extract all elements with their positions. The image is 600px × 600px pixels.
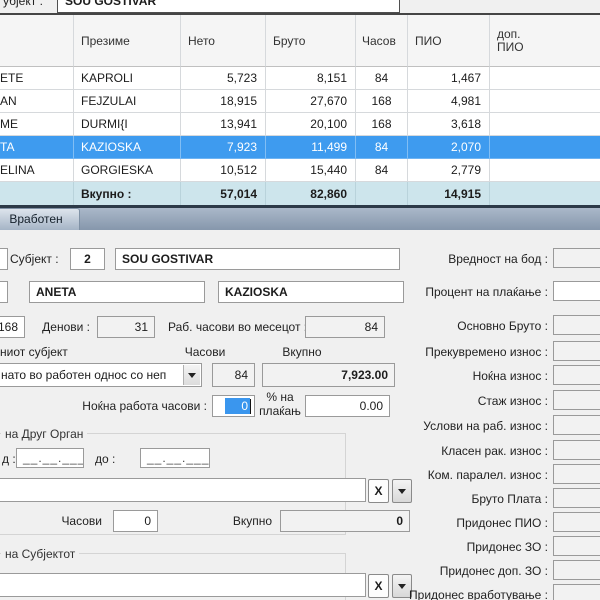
label-klasen-rak-iznos: Класен рак. износ : xyxy=(390,441,548,461)
col-header-pio[interactable]: ПИО xyxy=(408,15,490,67)
subject-name-field[interactable]: SOU GOSTIVAR xyxy=(115,248,400,270)
label-nokna-iznos: Ноќна износ : xyxy=(390,366,548,386)
status-hours-field: 84 xyxy=(212,363,255,387)
hours-column-label: Часови xyxy=(175,342,235,362)
organ-total-label: Вкупно xyxy=(215,511,272,531)
section-bar: Вработен xyxy=(0,208,600,230)
total-bruto: 82,860 xyxy=(266,182,356,205)
total-column-label: Вкупно xyxy=(262,342,342,362)
subject-id-field[interactable]: 2 xyxy=(70,248,105,270)
label-prekuvremeno-iznos: Прекувремено износ : xyxy=(390,342,548,362)
field-pridones-zo xyxy=(553,536,600,556)
clipped-field xyxy=(0,248,8,270)
label-uslovi-na-rab-iznos: Услови на раб. износ : xyxy=(390,416,548,436)
other-organ-combo[interactable] xyxy=(0,478,366,502)
total-label: Вкупно : xyxy=(74,182,181,205)
table-row[interactable]: ELINA GORGIESKA 10,512 15,440 84 2,779 xyxy=(0,159,600,182)
subject-name-field-top[interactable]: SOU GOSTIVAR xyxy=(57,0,400,13)
col-header-surname[interactable]: Презиме xyxy=(74,15,181,67)
label-pridones-dop-zo: Придонес доп. ЗО : xyxy=(390,561,548,581)
from-date-label: д : xyxy=(2,449,16,469)
label-vrednost-na-bod: Вредност на бод : xyxy=(390,249,548,269)
night-hours-input[interactable]: 0 xyxy=(212,395,255,417)
field-pridones-dop-zo xyxy=(553,560,600,580)
table-row[interactable]: ME DURMI{I 13,941 20,100 168 3,618 xyxy=(0,113,600,136)
field-procent-na-plakanje[interactable] xyxy=(553,281,600,301)
status-total-field: 7,923.00 xyxy=(262,363,395,387)
night-work-label: Ноќна работа часови : xyxy=(30,396,207,416)
field-klasen-rak-iznos xyxy=(553,440,600,460)
tab-employee[interactable]: Вработен xyxy=(0,208,80,230)
employee-table: Презиме Нето Бруто Часов ПИО доп.ПИО ETE… xyxy=(0,15,600,205)
from-date-input[interactable]: __.__.____ xyxy=(16,448,84,468)
label-staz-iznos: Стаж износ : xyxy=(390,391,548,411)
days-field: 31 xyxy=(97,316,155,338)
total-neto: 57,014 xyxy=(181,182,266,205)
to-date-label: до : xyxy=(95,449,115,469)
label-pridones-vrabotuvanje: Придонес вработување : xyxy=(390,585,548,600)
subject-label: Субјект : xyxy=(10,249,58,269)
first-name-field[interactable]: ANETA xyxy=(29,281,205,303)
label-bruto-plata: Бруто Плата : xyxy=(390,489,548,509)
col-header-dop-pio[interactable]: доп.ПИО xyxy=(490,15,600,67)
work-hours-field: 84 xyxy=(305,316,385,338)
organ-hours-input[interactable]: 0 xyxy=(113,510,158,532)
field-kom-paralel-iznos xyxy=(553,464,600,484)
total-pio: 14,915 xyxy=(408,182,490,205)
to-date-input[interactable]: __.__.____ xyxy=(140,448,210,468)
clear-button[interactable]: X xyxy=(368,479,389,503)
days-label: Денови : xyxy=(20,317,90,337)
subject-combo[interactable] xyxy=(0,573,366,597)
col-header-bruto[interactable]: Бруто xyxy=(266,15,356,67)
col-header-neto[interactable]: Нето xyxy=(181,15,266,67)
table-header-row: Презиме Нето Бруто Часов ПИО доп.ПИО xyxy=(0,15,600,67)
field-staz-iznos xyxy=(553,390,600,410)
field-uslovi-na-rab-iznos xyxy=(553,415,600,435)
field-vrednost-na-bod xyxy=(553,248,600,268)
status-group-label-fragment: ниот субјект xyxy=(0,342,68,362)
table-row[interactable]: AN FEJZULAI 18,915 27,670 168 4,981 xyxy=(0,90,600,113)
payroll-window: убјект : SOU GOSTIVAR Презиме Нето Бруто… xyxy=(0,0,600,600)
field-pridones-vrabotuvanje xyxy=(553,584,600,600)
col-header-hours[interactable]: Часов xyxy=(356,15,408,67)
label-pridones-zo: Придонес ЗО : xyxy=(390,537,548,557)
table-row-selected[interactable]: TA KAZIOSKA 7,923 11,499 84 2,070 xyxy=(0,136,600,159)
field-bruto-plata xyxy=(553,488,600,508)
subject-label-fragment: убјект : xyxy=(3,0,43,8)
label-procent-na-plakanje: Процент на плаќање : xyxy=(390,282,548,302)
table-row[interactable]: ETE KAPROLI 5,723 8,151 84 1,467 xyxy=(0,67,600,90)
col-header-name[interactable] xyxy=(0,15,74,67)
label-pridones-pio: Придонес ПИО : xyxy=(390,513,548,533)
pct-pay-input[interactable]: 0.00 xyxy=(305,395,390,417)
field-nokna-iznos xyxy=(553,365,600,385)
field-osnovno-bruto xyxy=(553,315,600,335)
clear-button[interactable]: X xyxy=(368,574,389,598)
clipped-field xyxy=(0,281,8,303)
selected-text: 0 xyxy=(225,398,250,414)
last-name-field[interactable]: KAZIOSKA xyxy=(218,281,404,303)
work-status-combo[interactable]: нато во работен однос со неп xyxy=(0,363,202,387)
organ-hours-label: Часови xyxy=(30,511,102,531)
employee-detail-form: Субјект : 2 SOU GOSTIVAR ANETA KAZIOSKA … xyxy=(0,230,600,600)
pct-pay-label: % на плаќањ xyxy=(256,390,304,418)
field-prekuvremeno-iznos xyxy=(553,341,600,361)
label-osnovno-bruto: Основно Бруто : xyxy=(390,316,548,336)
work-hours-label: Раб. часови во месецот : xyxy=(168,317,307,337)
text-caret xyxy=(250,399,251,414)
table-total-row: Вкупно : 57,014 82,860 14,915 xyxy=(0,182,600,205)
chevron-down-icon[interactable] xyxy=(183,365,200,385)
field-pridones-pio xyxy=(553,512,600,532)
label-kom-paralel-iznos: Ком. паралел. износ : xyxy=(390,465,548,485)
